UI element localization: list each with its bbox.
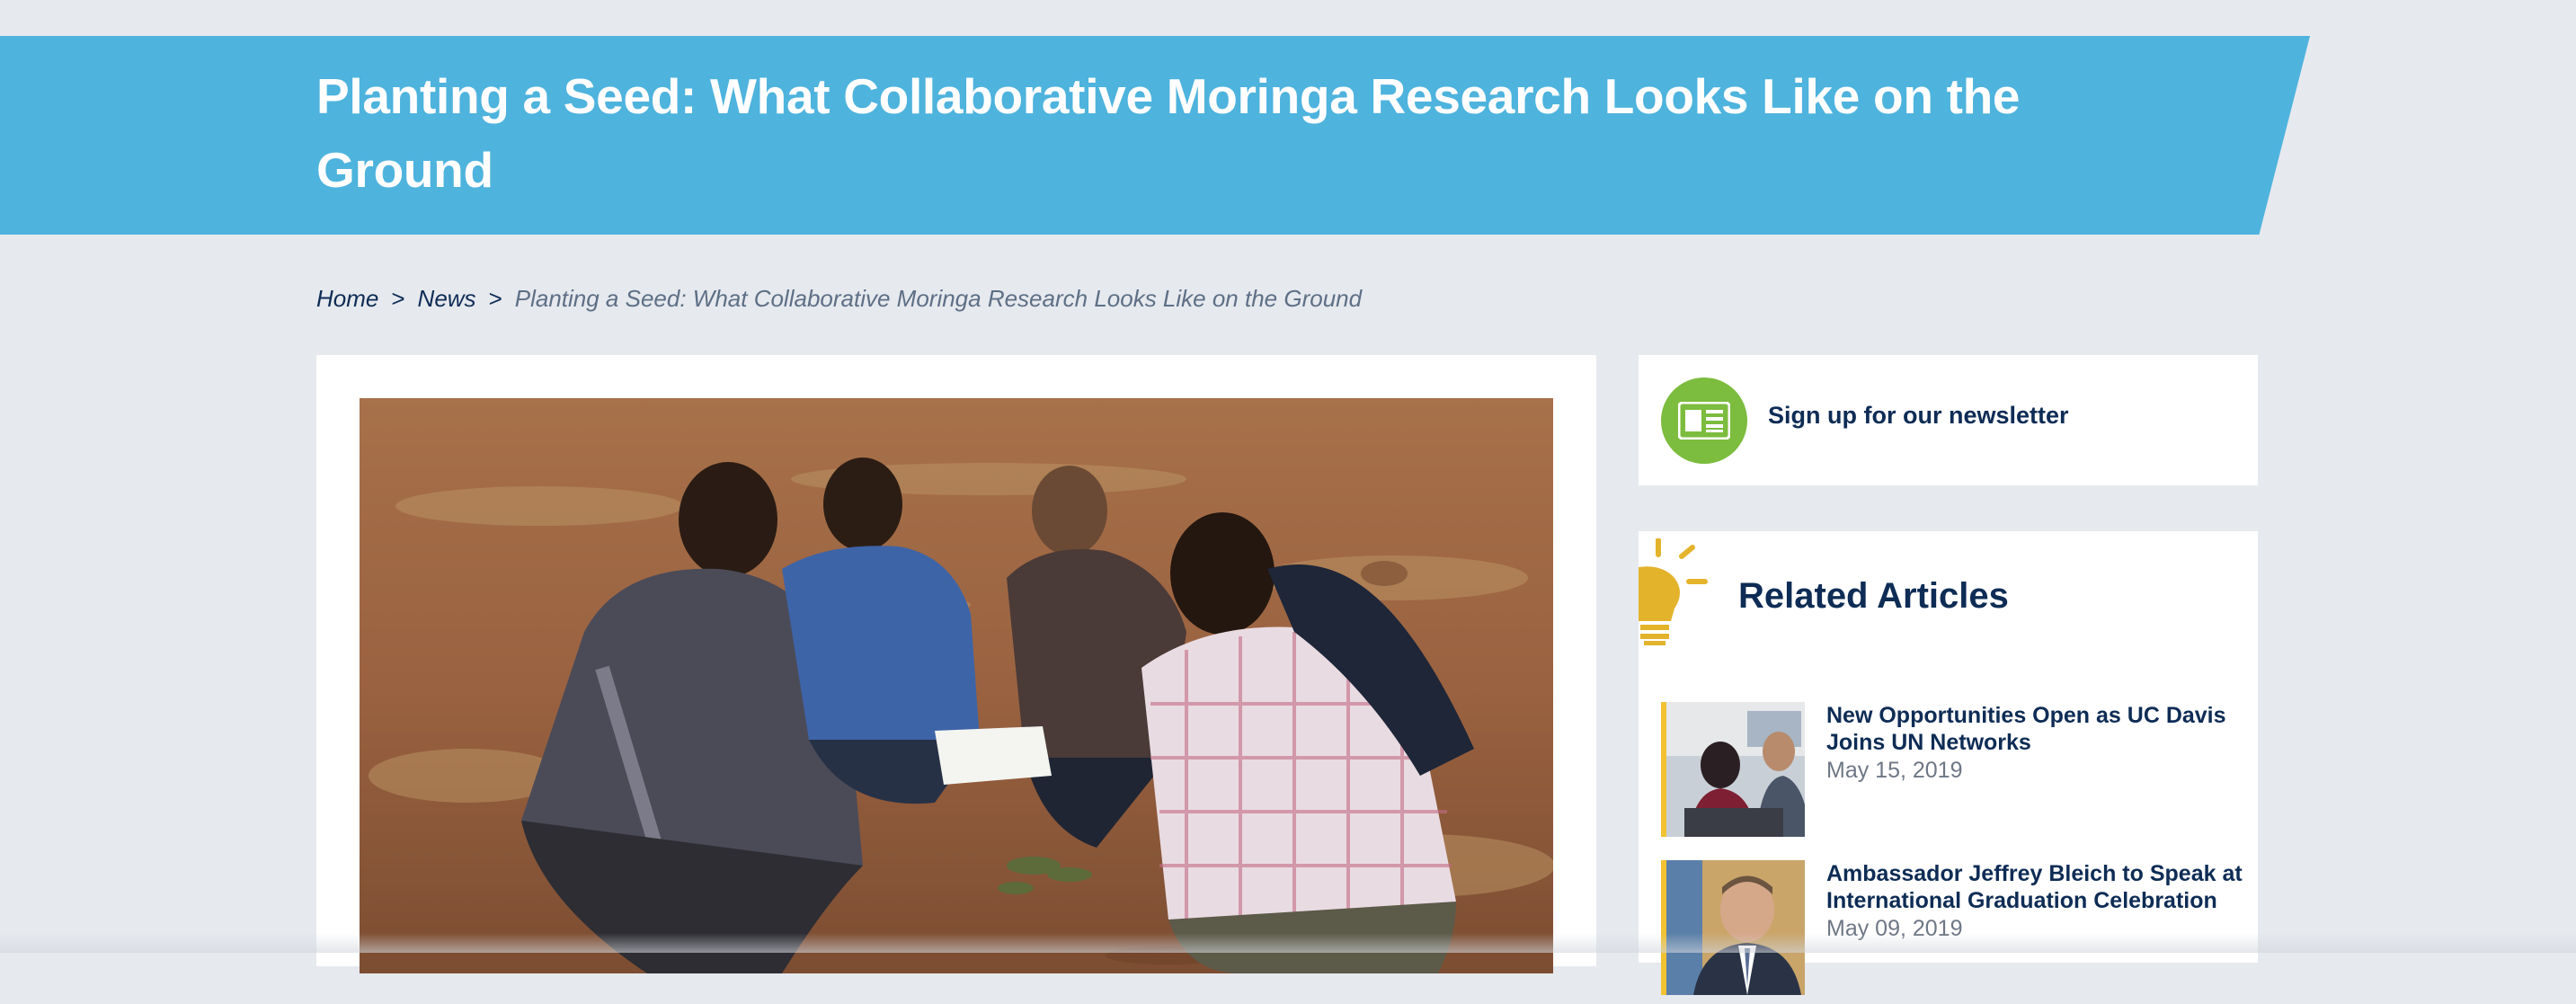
page-bottom-fade bbox=[0, 933, 2576, 953]
breadcrumb-separator: > bbox=[391, 284, 405, 312]
article-thumbnail bbox=[1661, 860, 1805, 995]
article-thumbnail bbox=[1661, 702, 1805, 837]
newsletter-signup[interactable]: Sign up for our newsletter bbox=[1639, 355, 2258, 485]
lightbulb-icon bbox=[1639, 538, 1708, 645]
newsletter-label: Sign up for our newsletter bbox=[1768, 402, 2069, 429]
related-articles: Related Articles New Opportunities Open … bbox=[1639, 531, 2258, 995]
article-card bbox=[316, 355, 1596, 973]
breadcrumb: Home > News > Planting a Seed: What Coll… bbox=[316, 282, 1362, 315]
article-title: Ambassador Jeffrey Bleich to Speak at In… bbox=[1826, 861, 2243, 913]
article-date: May 15, 2019 bbox=[1826, 758, 1963, 783]
breadcrumb-current: Planting a Seed: What Collaborative Mori… bbox=[514, 284, 1363, 312]
hero-photo bbox=[360, 398, 1553, 973]
newspaper-icon bbox=[1661, 378, 1747, 464]
related-article-item[interactable]: New Opportunities Open as UC Davis Joins… bbox=[1661, 702, 2236, 846]
breadcrumb-news-link[interactable]: News bbox=[418, 285, 476, 313]
article-title: New Opportunities Open as UC Davis Joins… bbox=[1826, 703, 2226, 755]
related-articles-title: Related Articles bbox=[1738, 576, 2009, 616]
page-title: Planting a Seed: What Collaborative Mori… bbox=[316, 68, 2021, 198]
related-article-item[interactable]: Ambassador Jeffrey Bleich to Speak at In… bbox=[1661, 860, 2243, 1004]
photo-researchers-in-field bbox=[360, 398, 1553, 973]
breadcrumb-home-link[interactable]: Home bbox=[316, 285, 378, 313]
breadcrumb-separator: > bbox=[488, 284, 502, 312]
